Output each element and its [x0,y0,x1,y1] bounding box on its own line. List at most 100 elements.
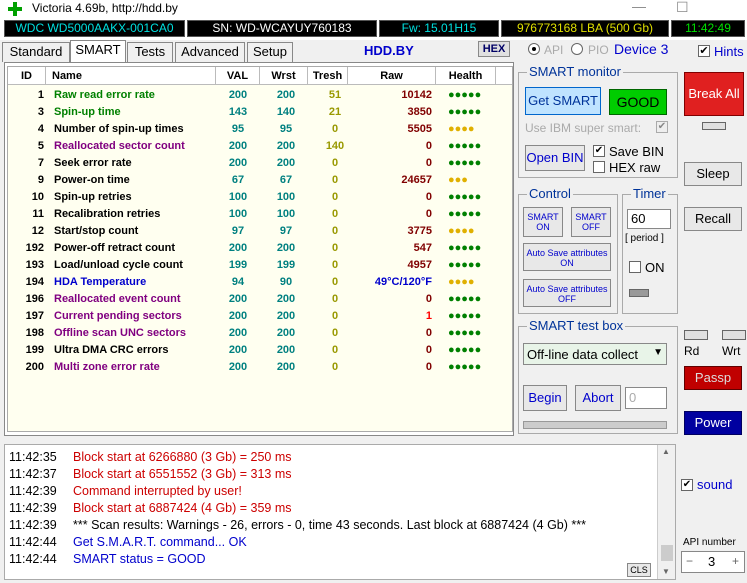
log-message: *** Scan results: Warnings - 26, errors … [73,518,586,532]
test-progress-value: 0 [625,387,667,409]
attr-raw: 24657 [401,174,432,186]
col-name[interactable]: Name [46,67,216,85]
smart-off-button[interactable]: SMART OFF [571,207,611,237]
passp-button[interactable]: Passp [684,366,742,390]
attr-val: 200 [228,327,248,339]
attr-val: 200 [228,140,248,152]
minimize-button[interactable]: — [632,0,646,14]
autosave-on-button[interactable]: Auto Save attributes ON [523,243,611,271]
table-row[interactable]: 194 HDA Temperature 94 90 0 49°C/120°F ●●●● [8,274,512,291]
attr-name: Recalibration retries [54,208,161,220]
sound-label: sound [697,477,733,492]
drive-serial: SN: WD-WCAYUY760183 [187,20,377,37]
attr-raw: 3775 [407,225,432,237]
drive-info-strip: WDC WD5000AAKX-001CA0 SN: WD-WCAYUY76018… [0,18,747,40]
scroll-down-icon[interactable]: ▼ [662,567,670,576]
table-row[interactable]: 193 Load/unload cycle count 199 199 0 4957 ●●●… [8,257,512,274]
hex-raw-checkbox[interactable] [593,161,605,173]
attr-id: 194 [25,276,44,288]
attr-health: ●●●●● [448,242,482,254]
col-raw[interactable]: Raw [348,67,436,85]
log-time: 11:42:44 [9,535,57,549]
attr-wrst: 200 [276,140,296,152]
table-row[interactable]: 7 Seek error rate 200 200 0 0 ●●●●● [8,155,512,172]
attr-id: 7 [37,157,44,169]
sleep-button[interactable]: Sleep [684,162,742,186]
attr-val: 200 [228,361,248,373]
power-button[interactable]: Power [684,411,742,435]
attr-raw: 49°C/120°F [374,276,432,288]
attr-raw: 0 [425,293,432,305]
table-row[interactable]: 12 Start/stop count 97 97 0 3775 ●●●● [8,223,512,240]
table-row[interactable]: 197 Current pending sectors 200 200 0 1 ●●●●● [8,308,512,325]
hints-checkbox[interactable]: ✔ [698,45,710,57]
attr-raw: 3850 [407,106,432,118]
attr-wrst: 140 [276,106,296,118]
timer-title: Timer [631,186,668,201]
table-row[interactable]: 192 Power-off retract count 200 200 0 547 ●●●●… [8,240,512,257]
table-row[interactable]: 10 Spin-up retries 100 100 0 0 ●●●●● [8,189,512,206]
tab-tests[interactable]: Tests [127,42,173,62]
attr-raw: 0 [425,361,432,373]
attr-health: ●●●●● [448,106,482,118]
sound-checkbox[interactable]: ✔ [681,479,693,491]
timer-on-checkbox[interactable] [629,261,641,273]
table-row[interactable]: 200 Multi zone error rate 200 200 0 0 ●●●●● [8,359,512,376]
table-row[interactable]: 11 Recalibration retries 100 100 0 0 ●●●●● [8,206,512,223]
api-minus-button[interactable]: − [686,554,693,568]
rd-label: Rd [684,344,700,358]
col-health[interactable]: Health [436,67,496,85]
attr-name: Multi zone error rate [54,361,160,373]
table-row[interactable]: 9 Power-on time 67 67 0 24657 ●●● [8,172,512,189]
ibm-smart-label: Use IBM super smart: [525,121,642,135]
table-row[interactable]: 4 Number of spin-up times 95 95 0 5505 ●●●● [8,121,512,138]
col-tresh[interactable]: Tresh [308,67,348,85]
table-row[interactable]: 196 Reallocated event count 200 200 0 0 ●●●●● [8,291,512,308]
table-row[interactable]: 3 Spin-up time 143 140 21 3850 ●●●●● [8,104,512,121]
tab-standard[interactable]: Standard [2,42,70,62]
tab-advanced[interactable]: Advanced [175,42,245,62]
maximize-button[interactable]: ☐ [676,0,689,16]
attr-id: 12 [31,225,44,237]
hex-button[interactable]: HEX [478,41,510,57]
scroll-up-icon[interactable]: ▲ [662,447,670,456]
open-bin-button[interactable]: Open BIN [525,145,585,171]
attr-val: 200 [228,293,248,305]
table-row[interactable]: 1 Raw read error rate 200 200 51 10142 ●●●●● [8,87,512,104]
table-row[interactable]: 5 Reallocated sector count 200 200 140 0 ●●●●● [8,138,512,155]
timer-input[interactable]: 60 [627,209,671,229]
attr-health: ●●●●● [448,327,482,339]
col-id[interactable]: ID [8,67,46,85]
table-row[interactable]: 198 Offline scan UNC sectors 200 200 0 0 ●●●●● [8,325,512,342]
ibm-smart-checkbox[interactable]: ✔ [656,121,668,133]
col-wrst[interactable]: Wrst [260,67,308,85]
attr-id: 192 [25,242,44,254]
tab-smart[interactable]: SMART [70,40,126,62]
attr-val: 100 [228,208,248,220]
table-row[interactable]: 199 Ultra DMA CRC errors 200 200 0 0 ●●●●● [8,342,512,359]
tab-setup[interactable]: Setup [247,42,293,62]
log-scrollbar[interactable]: ▲ ▼ [657,445,675,579]
pio-radio[interactable] [571,43,583,55]
attr-id: 9 [37,174,44,186]
recall-button[interactable]: Recall [684,207,742,231]
save-bin-label: Save BIN [609,144,664,159]
attr-health: ●●●●● [448,191,482,203]
begin-button[interactable]: Begin [523,385,567,411]
save-bin-checkbox[interactable]: ✔ [593,145,605,157]
abort-button[interactable]: Abort [575,385,621,411]
col-val[interactable]: VAL [216,67,260,85]
attr-wrst: 200 [276,310,296,322]
api-radio[interactable] [528,43,540,55]
autosave-off-button[interactable]: Auto Save attributes OFF [523,279,611,307]
clear-log-button[interactable]: CLS [627,563,651,577]
attr-val: 67 [231,174,245,186]
scroll-thumb[interactable] [661,545,673,561]
test-type-select[interactable]: Off-line data collect ▼ [523,343,667,365]
api-number-spinner[interactable]: − 3 + [681,551,745,573]
break-all-button[interactable]: Break All [684,72,744,116]
get-smart-button[interactable]: Get SMART [525,87,601,115]
api-plus-button[interactable]: + [732,554,739,568]
log-time: 11:42:39 [9,518,57,532]
smart-on-button[interactable]: SMART ON [523,207,563,237]
